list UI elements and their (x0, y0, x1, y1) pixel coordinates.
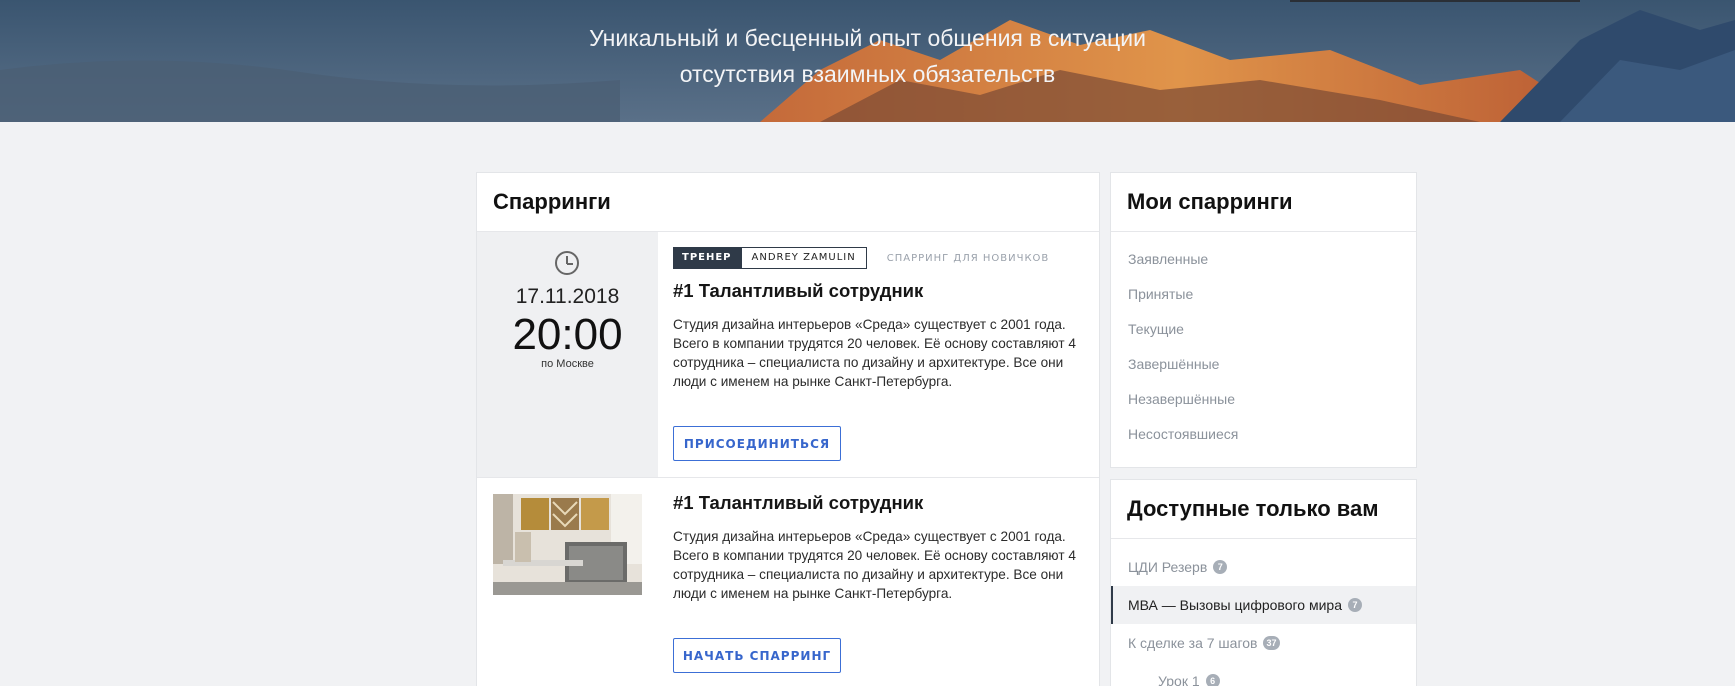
sparring-schedule: 17.11.2018 20:00 по Москве (477, 232, 658, 477)
available-item[interactable]: ЦДИ Резерв 7 (1111, 548, 1416, 586)
sparring-item: 17.11.2018 20:00 по Москве ТРЕНЕР ANDREY… (477, 232, 1099, 478)
available-item-label: К сделке за 7 шагов (1128, 635, 1258, 651)
sparring-timezone: по Москве (541, 358, 594, 370)
sparrings-card: Спарринги 17.11.2018 20:00 по Москве ТРЕ… (476, 172, 1100, 686)
hero-subtitle-line-1: Уникальный и бесценный опыт общения в си… (589, 25, 1146, 51)
available-card: Доступные только вам ЦДИ Резерв 7 МВА — … (1110, 479, 1417, 686)
my-sparrings-item-current[interactable]: Текущие (1111, 311, 1416, 346)
sparring-thumbnail-image (493, 494, 642, 595)
sparrings-title: Спарринги (477, 173, 1099, 232)
sparring-date: 17.11.2018 (515, 285, 620, 308)
my-sparrings-item-incomplete[interactable]: Незавершённые (1111, 381, 1416, 416)
trainer-name-link[interactable]: ANDREY ZAMULIN (740, 247, 867, 269)
available-item-label: МВА — Вызовы цифрового мира (1128, 597, 1342, 613)
my-sparrings-item-completed[interactable]: Завершённые (1111, 346, 1416, 381)
sparring-title[interactable]: #1 Талантливый сотрудник (673, 280, 1085, 302)
count-badge: 7 (1347, 598, 1362, 612)
sparring-time: 20:00 (512, 310, 623, 359)
trainer-tag-label: ТРЕНЕР (673, 247, 741, 269)
available-list: ЦДИ Резерв 7 МВА — Вызовы цифрового мира… (1111, 539, 1416, 686)
sparring-description: Студия дизайна интерьеров «Среда» сущест… (673, 317, 1076, 389)
join-button[interactable]: ПРИСОЕДИНИТЬСЯ (673, 426, 841, 461)
available-item-label: Урок 1 (1158, 673, 1200, 686)
available-item-active[interactable]: МВА — Вызовы цифрового мира 7 (1111, 586, 1416, 624)
sparring-item: #1 Талантливый сотрудник Студия дизайна … (477, 479, 1099, 686)
clock-icon (555, 251, 579, 275)
hero-banner: Уникальный и бесценный опыт общения в си… (0, 0, 1735, 122)
available-item-label: ЦДИ Резерв (1128, 559, 1208, 575)
my-sparrings-card: Мои спарринги Заявленные Принятые Текущи… (1110, 172, 1417, 468)
count-badge: 7 (1213, 560, 1228, 574)
my-sparrings-item-accepted[interactable]: Принятые (1111, 276, 1416, 311)
available-subitem[interactable]: Урок 1 6 (1111, 662, 1416, 686)
my-sparrings-item-declared[interactable]: Заявленные (1111, 241, 1416, 276)
my-sparrings-item-cancelled[interactable]: Несостоявшиеся (1111, 416, 1416, 451)
sparring-tags: ТРЕНЕР ANDREY ZAMULIN СПАРРИНГ ДЛЯ НОВИЧ… (673, 247, 1085, 269)
count-badge: 37 (1263, 636, 1280, 650)
hero-subtitle-line-2: отсутствия взаимных обязательств (679, 61, 1056, 87)
sparring-level-tag: СПАРРИНГ ДЛЯ НОВИЧКОВ (886, 252, 1050, 264)
sparring-description: Студия дизайна интерьеров «Среда» сущест… (673, 529, 1076, 601)
start-sparring-button[interactable]: НАЧАТЬ СПАРРИНГ (673, 638, 841, 673)
count-badge: 6 (1205, 674, 1220, 686)
sparring-title[interactable]: #1 Талантливый сотрудник (673, 492, 1085, 514)
available-title: Доступные только вам (1111, 480, 1416, 539)
available-item[interactable]: К сделке за 7 шагов 37 (1111, 624, 1416, 662)
my-sparrings-list: Заявленные Принятые Текущие Завершённые … (1111, 232, 1416, 451)
my-sparrings-title: Мои спарринги (1111, 173, 1416, 232)
